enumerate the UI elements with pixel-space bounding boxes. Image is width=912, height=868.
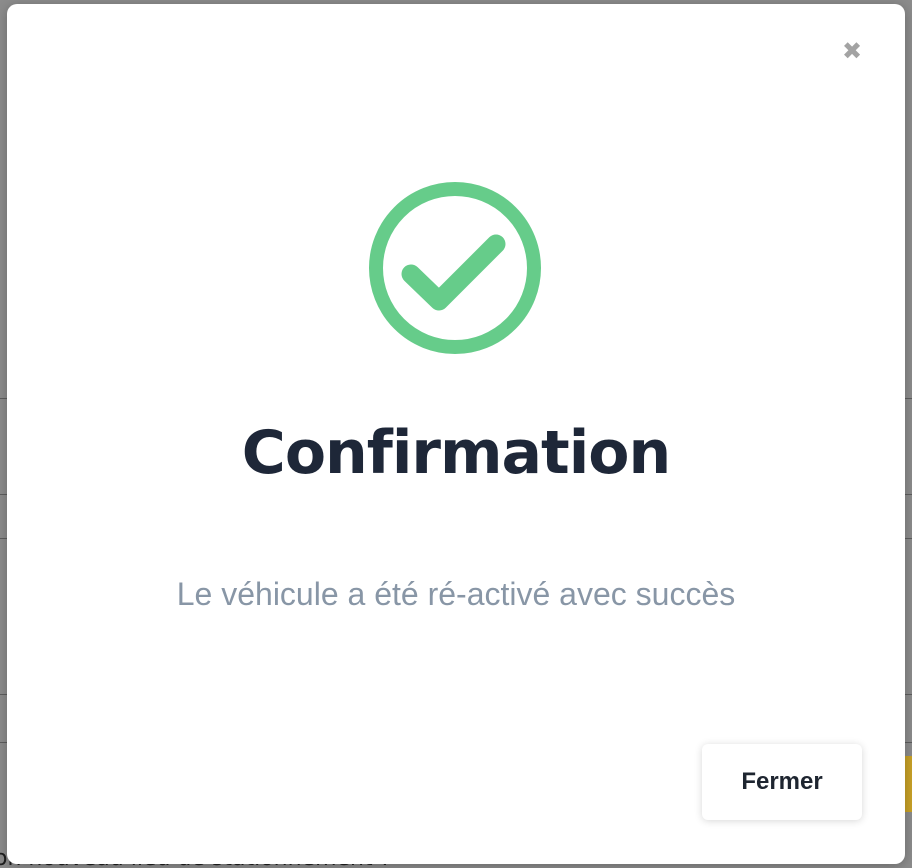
confirmation-modal: ✖ Confirmation Le véhicule a été ré-acti… — [7, 4, 905, 864]
check-circle-icon — [369, 182, 541, 354]
modal-title: Confirmation — [241, 418, 671, 488]
close-icon[interactable]: ✖ — [837, 36, 867, 66]
modal-message: Le véhicule a été ré-activé avec succès — [176, 576, 736, 612]
close-button[interactable]: Fermer — [702, 744, 862, 820]
